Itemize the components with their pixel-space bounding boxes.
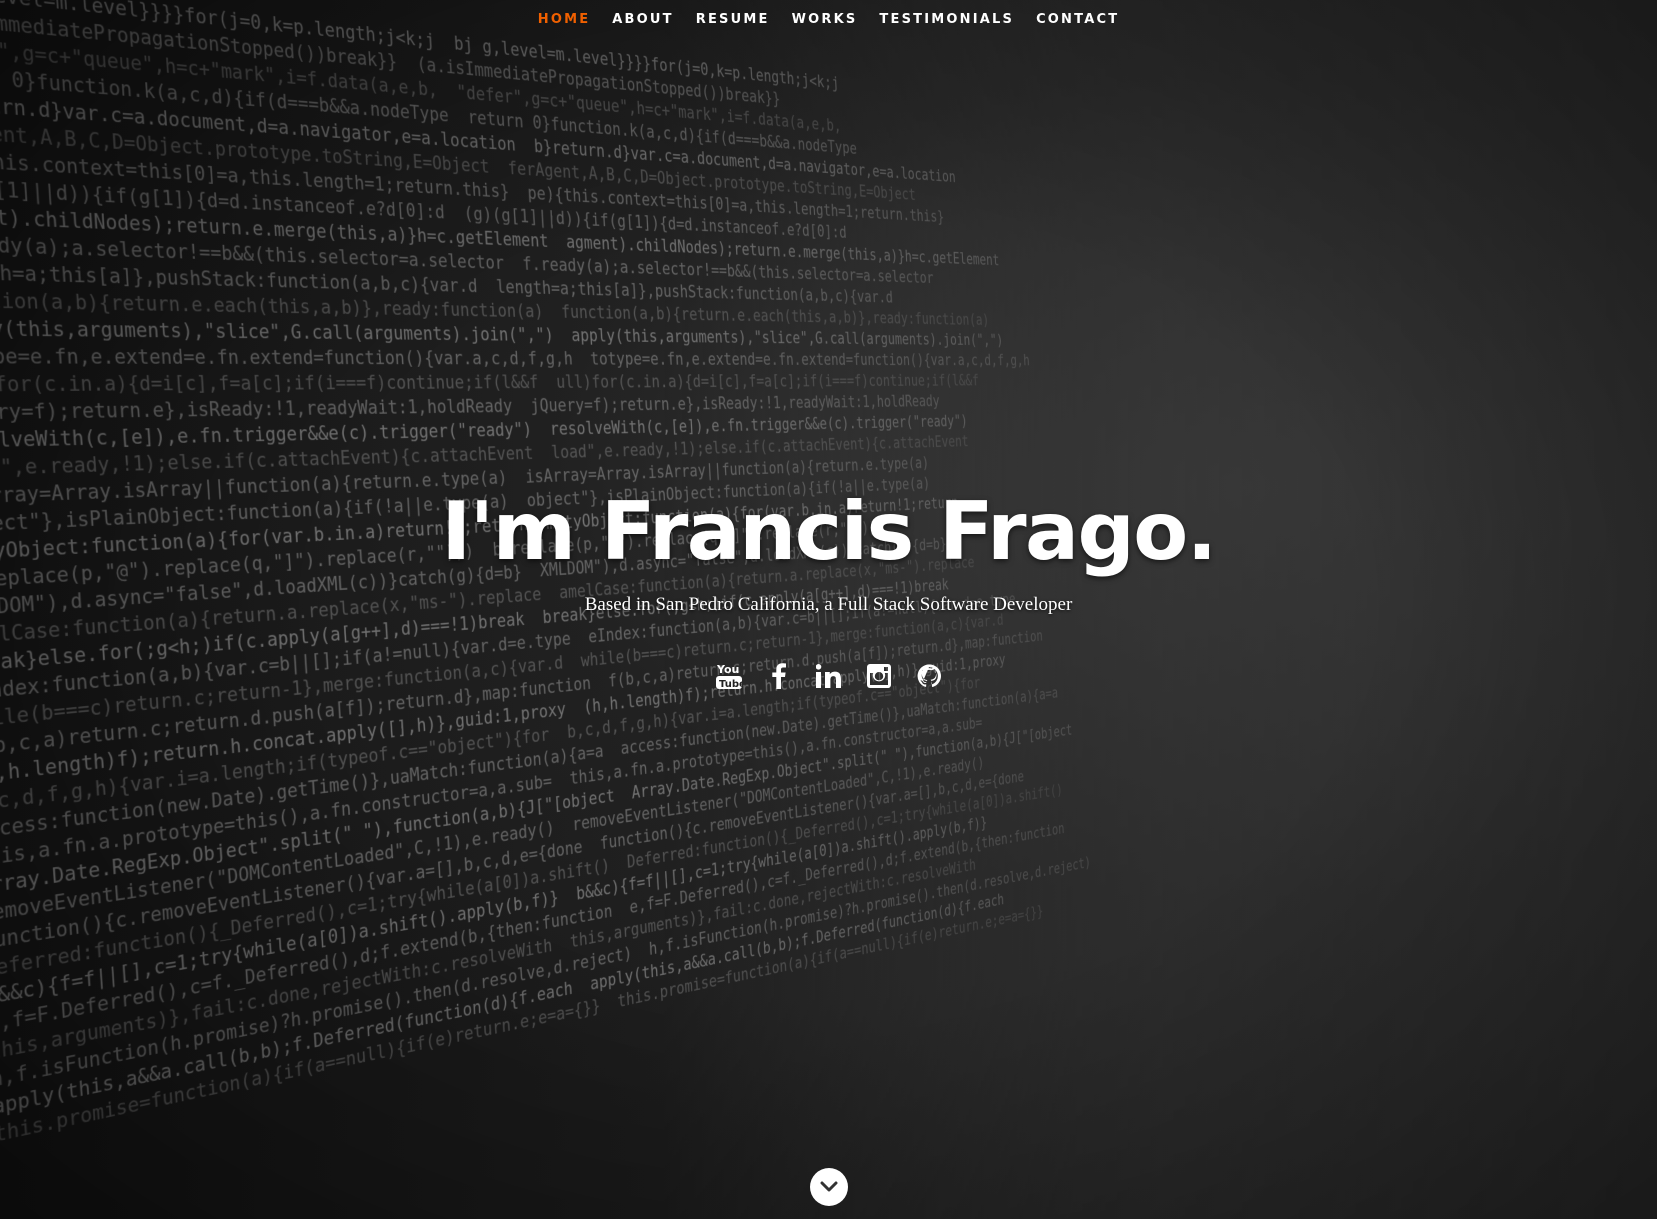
nav-contact[interactable]: CONTACT: [1025, 12, 1130, 27]
nav-home[interactable]: HOME: [527, 12, 602, 27]
banner: I'm Francis Frago. Based in San Pedro Ca…: [0, 480, 1657, 616]
tagline: Based in San Pedro California, a Full St…: [584, 594, 1073, 615]
facebook-icon[interactable]: [765, 660, 793, 692]
svg-text:Tube: Tube: [719, 679, 742, 690]
github-icon[interactable]: [915, 660, 943, 692]
scroll-down-button[interactable]: [810, 1168, 848, 1206]
svg-text:You: You: [716, 663, 739, 676]
youtube-icon[interactable]: You Tube: [715, 660, 743, 692]
main-nav: HOME ABOUT RESUME WORKS TESTIMONIALS CON…: [0, 0, 1657, 38]
headline: I'm Francis Frago.: [441, 485, 1217, 578]
nav-works[interactable]: WORKS: [781, 12, 869, 27]
social-links: You Tube: [0, 660, 1657, 692]
linkedin-icon[interactable]: [815, 660, 843, 692]
instagram-icon[interactable]: [865, 660, 893, 692]
nav-testimonials[interactable]: TESTIMONIALS: [868, 12, 1025, 27]
chevron-down-icon: [820, 1181, 838, 1192]
nav-about[interactable]: ABOUT: [601, 12, 684, 27]
nav-resume[interactable]: RESUME: [685, 12, 781, 27]
